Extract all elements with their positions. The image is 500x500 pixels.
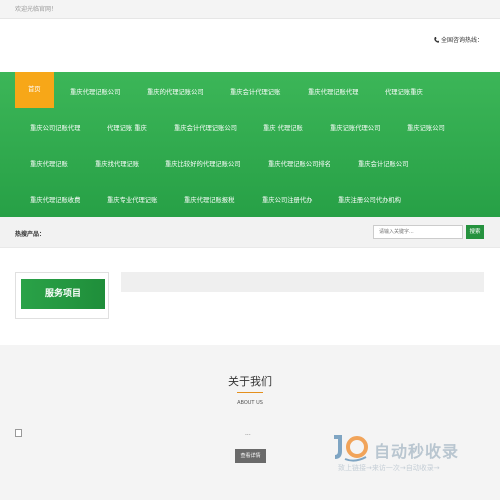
nav-item[interactable]: 重庆会计代理记账公司 (174, 123, 237, 132)
nav-item[interactable]: 重庆代理记账收费 (30, 195, 80, 204)
main-nav: 首页 重庆代理记账公司 重庆的代理记账公司 重庆会计代理记账 重庆代理记账代理 … (0, 72, 500, 217)
nav-item[interactable]: 重庆 代理记账 (263, 123, 303, 132)
nav-item[interactable]: 重庆记账代理公司 (330, 123, 380, 132)
nav-item[interactable]: 重庆代理记账报税 (184, 195, 234, 204)
about-title: 关于我们 (228, 375, 272, 388)
nav-item[interactable]: 重庆代理记账 (30, 159, 68, 168)
nav-item[interactable]: 重庆会计代理记账 (230, 87, 280, 96)
nav-item[interactable]: 重庆会计记账公司 (358, 159, 408, 168)
hot-products-label: 热搜产品： (15, 231, 46, 238)
nav-item[interactable]: 重庆代理记账代理 (308, 87, 358, 96)
nav-item[interactable]: 重庆比较好的代理记账公司 (165, 159, 241, 168)
top-bar: 欢迎光临官网！ (0, 0, 500, 19)
nav-item[interactable]: 重庆找代理记账 (95, 159, 139, 168)
hotline-label: 全国咨询热线： (440, 37, 483, 44)
service-title[interactable]: 服务项目 (21, 279, 105, 309)
more-button[interactable]: 查看详情 (235, 449, 266, 463)
nav-item[interactable]: 重庆专业代理记账 (107, 195, 157, 204)
nav-item[interactable]: 代理记账重庆 (385, 87, 423, 96)
search-input[interactable] (373, 225, 463, 239)
search-bar: 热搜产品： 搜索 (0, 217, 500, 248)
welcome-text: 欢迎光临官网！ (15, 6, 58, 13)
nav-item[interactable]: 代理记账 重庆 (107, 123, 147, 132)
watermark: 自动秒收录 致上链接→来访一次→自动收录→ (330, 430, 480, 478)
service-content-panel (121, 272, 484, 292)
search-button[interactable]: 搜索 (466, 225, 484, 239)
nav-item[interactable]: 重庆代理记账公司排名 (268, 159, 331, 168)
about-divider (237, 392, 263, 393)
nav-item[interactable]: 重庆公司注册代办 (262, 195, 312, 204)
about-section: 关于我们 ABOUT US ... 查看详情 自动秒收录 致上链接→来访一次→自… (0, 345, 500, 500)
hotline: 全国咨询热线： (434, 35, 483, 44)
watermark-title: 自动秒收录 (374, 442, 460, 461)
nav-item[interactable]: 重庆的代理记账公司 (147, 87, 204, 96)
watermark-subtitle: 致上链接→来访一次→自动收录→ (338, 464, 440, 472)
phone-icon (434, 36, 439, 43)
watermark-logo-icon (334, 435, 368, 462)
nav-item[interactable]: 重庆代理记账公司 (70, 87, 120, 96)
service-box: 服务项目 (15, 272, 109, 319)
nav-item[interactable]: 重庆公司记账代理 (30, 123, 80, 132)
header: 全国咨询热线： (0, 19, 500, 72)
nav-item[interactable]: 重庆记账公司 (407, 123, 445, 132)
nav-item[interactable]: 重庆注册公司代办机构 (338, 195, 401, 204)
nav-item-home[interactable]: 首页 (15, 72, 54, 108)
broken-image-icon (15, 429, 22, 437)
about-ellipsis: ... (245, 430, 251, 437)
about-subtitle: ABOUT US (237, 400, 263, 406)
